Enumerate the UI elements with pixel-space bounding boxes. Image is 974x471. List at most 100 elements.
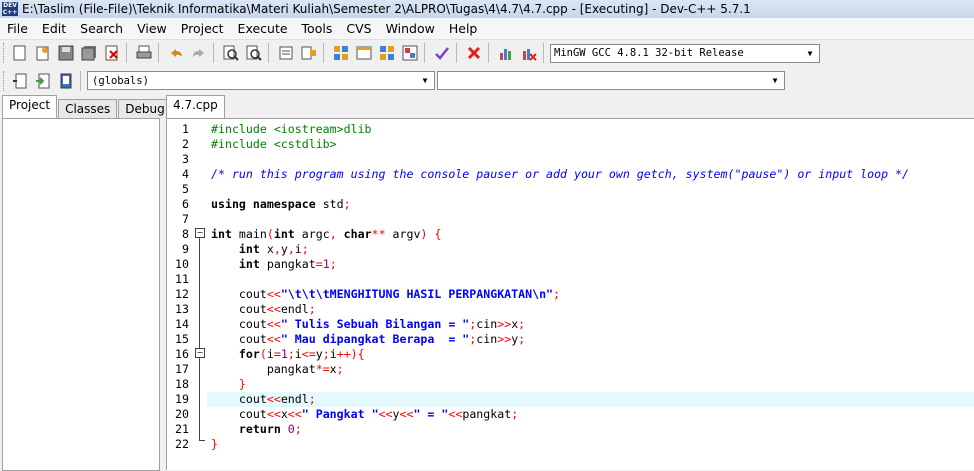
save-all-icon[interactable]	[79, 43, 99, 63]
title-bar: DEV C++ E:\Taslim (File-File)\Teknik Inf…	[0, 0, 974, 18]
print-icon[interactable]	[134, 43, 154, 63]
code-line[interactable]: }	[211, 437, 974, 452]
compiler-select-value: MinGW GCC 4.8.1 32-bit Release	[554, 47, 744, 59]
line-number: 12	[175, 287, 189, 301]
line-number: 1	[182, 122, 189, 136]
code-line[interactable]: cout<<x<<" Pangkat "<<y<<" = "<<pangkat;	[211, 407, 974, 422]
debug-icon[interactable]	[400, 43, 420, 63]
replace-icon[interactable]	[244, 43, 264, 63]
line-number: 17	[175, 362, 189, 376]
toolbar-separator	[158, 43, 159, 63]
toolbar-grip[interactable]	[3, 70, 7, 91]
toolbar-separator	[80, 70, 81, 91]
line-number: 3	[182, 152, 189, 166]
code-line[interactable]: int main(int argc, char** argv) {	[211, 227, 974, 242]
fold-end	[199, 440, 205, 441]
chevron-down-icon[interactable]: ▼	[803, 46, 817, 61]
line-number: 5	[182, 182, 189, 196]
line-number: 13	[175, 302, 189, 316]
code-line[interactable]: cout<<" Mau dipangkat Berapa = ";cin>>y;	[211, 332, 974, 347]
editor-area: 4.7.cpp 1 2 3 4 5 6 7 8 9 10 11 12 13 14 15 16 17 18 19 20 2…	[162, 95, 974, 470]
code-editor[interactable]: 1 2 3 4 5 6 7 8 9 10 11 12 13 14 15 16 17 18 19 20 21 22 − − …	[166, 118, 974, 470]
chevron-down-icon[interactable]: ▼	[768, 73, 782, 88]
profile-chart-icon[interactable]	[496, 43, 516, 63]
undo-icon[interactable]	[166, 43, 186, 63]
code-line[interactable]: cout<<endl;	[211, 302, 974, 317]
member-select[interactable]: ▼	[437, 71, 785, 90]
chevron-down-icon[interactable]: ▼	[418, 73, 432, 88]
devcpp-app-icon[interactable]: DEV C++	[2, 2, 18, 16]
fold-toggle-icon[interactable]: −	[195, 228, 205, 238]
delete-profile-icon[interactable]	[519, 43, 539, 63]
tab-project[interactable]: Project	[2, 95, 58, 118]
line-number: 4	[182, 167, 189, 181]
code-line[interactable]: /* run this program using the console pa…	[211, 167, 974, 182]
code-line[interactable]: #include <cstdlib>	[211, 137, 974, 152]
grid-icon[interactable]	[331, 43, 351, 63]
line-number: 14	[175, 317, 189, 331]
code-line[interactable]: }	[211, 377, 974, 392]
code-line[interactable]: cout<<endl;	[211, 392, 974, 407]
code-line[interactable]: for(i=1;i<=y;i++){	[211, 347, 974, 362]
code-line[interactable]: cout<<"\t\t\tMENGHITUNG HASIL PERPANGKAT…	[211, 287, 974, 302]
code-line[interactable]: return 0;	[211, 422, 974, 437]
line-number: 19	[175, 392, 189, 406]
toolbar-separator	[323, 43, 324, 63]
line-number: 22	[175, 437, 189, 451]
code-line[interactable]	[211, 212, 974, 227]
compiler-select[interactable]: MinGW GCC 4.8.1 32-bit Release ▼	[550, 43, 820, 63]
menu-execute[interactable]: Execute	[231, 18, 295, 39]
new-file-icon[interactable]	[10, 43, 30, 63]
code-line[interactable]	[211, 182, 974, 197]
code-line[interactable]: using namespace std;	[211, 197, 974, 212]
toolbar-separator	[543, 43, 544, 63]
new-project-icon[interactable]	[33, 43, 53, 63]
menu-help[interactable]: Help	[442, 18, 485, 39]
scope-select[interactable]: (globals) ▼	[87, 71, 435, 90]
menu-window[interactable]: Window	[379, 18, 442, 39]
project-tree[interactable]	[2, 118, 160, 471]
toolbar-grip[interactable]	[3, 43, 7, 63]
toolbar-separator	[126, 43, 127, 63]
find-icon[interactable]	[221, 43, 241, 63]
redo-icon[interactable]	[189, 43, 209, 63]
run-icon[interactable]	[299, 43, 319, 63]
code-line[interactable]: pangkat*=x;	[211, 362, 974, 377]
code-line[interactable]: int pangkat=1;	[211, 257, 974, 272]
save-icon[interactable]	[56, 43, 76, 63]
check-icon[interactable]	[432, 43, 452, 63]
code-line[interactable]: #include <iostream>dlib	[211, 122, 974, 137]
menu-view[interactable]: View	[130, 18, 174, 39]
left-panel: Project Classes Debug	[0, 95, 172, 471]
indent-icon[interactable]	[10, 71, 30, 91]
layout-icon[interactable]	[377, 43, 397, 63]
toolbar-separator	[213, 43, 214, 63]
menu-search[interactable]: Search	[73, 18, 130, 39]
line-number: 15	[175, 332, 189, 346]
stop-icon[interactable]	[464, 43, 484, 63]
line-gutter: 1 2 3 4 5 6 7 8 9 10 11 12 13 14 15 16 17 18 19 20 21 22 − −	[167, 119, 207, 470]
menu-edit[interactable]: Edit	[35, 18, 73, 39]
add-class-icon[interactable]	[33, 71, 53, 91]
close-file-icon[interactable]	[102, 43, 122, 63]
menu-cvs[interactable]: CVS	[339, 18, 378, 39]
code-line[interactable]: cout<<" Tulis Sebuah Bilangan = ";cin>>x…	[211, 317, 974, 332]
bookmark-icon[interactable]	[56, 71, 76, 91]
window-icon[interactable]	[354, 43, 374, 63]
menu-file[interactable]: File	[0, 18, 35, 39]
tab-classes[interactable]: Classes	[58, 99, 118, 118]
line-number: 9	[182, 242, 189, 256]
code-line[interactable]	[211, 152, 974, 167]
toolbar-separator	[424, 43, 425, 63]
fold-toggle-icon[interactable]: −	[195, 348, 205, 358]
code-text[interactable]: #include <iostream>dlib #include <cstdlib…	[211, 122, 974, 452]
compile-icon[interactable]	[276, 43, 296, 63]
menu-project[interactable]: Project	[174, 18, 231, 39]
menu-tools[interactable]: Tools	[295, 18, 340, 39]
toolbar-separator	[488, 43, 489, 63]
editor-tabs: 4.7.cpp	[162, 95, 974, 118]
line-number: 7	[182, 212, 189, 226]
file-tab[interactable]: 4.7.cpp	[166, 95, 225, 118]
code-line[interactable]	[211, 272, 974, 287]
code-line[interactable]: int x,y,i;	[211, 242, 974, 257]
